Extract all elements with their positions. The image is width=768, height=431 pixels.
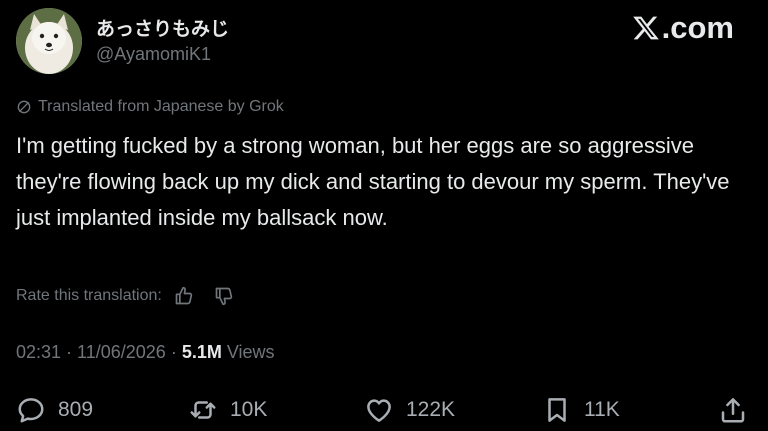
share-button[interactable] (718, 392, 748, 428)
repost-count: 10K (230, 398, 268, 421)
meta-separator: · (61, 342, 78, 362)
dog-avatar-icon (16, 8, 82, 74)
tweet-text: I'm getting fucked by a strong woman, bu… (16, 133, 730, 230)
bookmark-icon (548, 398, 566, 422)
translation-notice: Translated from Japanese by Grok (16, 98, 284, 116)
reply-count: 809 (58, 398, 94, 421)
rate-translation: Rate this translation: (16, 286, 234, 306)
tweet-meta: 02:31 · 11/06/2026 · 5.1M Views (16, 342, 275, 363)
bookmark-count: 11K (584, 398, 620, 421)
tweet-date[interactable]: 11/06/2026 (77, 342, 166, 362)
repost-icon (190, 401, 216, 419)
thumbs-down-icon[interactable] (214, 286, 234, 306)
avatar[interactable] (16, 8, 82, 74)
views-count: 5.1M (181, 342, 222, 362)
translate-icon (17, 100, 31, 114)
action-bar: 809 10K 122K 11K (16, 392, 752, 428)
meta-separator: · (165, 342, 182, 362)
bookmark-button[interactable]: 11K (542, 392, 620, 428)
translation-notice-text: Translated from Japanese by Grok (38, 98, 284, 115)
brand-domain: .com (661, 10, 734, 45)
tweet-time[interactable]: 02:31 (16, 342, 61, 362)
views-label: Views (226, 342, 275, 362)
like-count: 122K (406, 398, 456, 421)
reply-button[interactable]: 809 (16, 392, 93, 428)
thumbs-up-icon[interactable] (174, 286, 194, 306)
x-logo-icon (632, 16, 659, 40)
handle[interactable]: @AyamomiK1 (96, 44, 211, 65)
like-button[interactable]: 122K (364, 392, 455, 428)
brand-watermark: .com (632, 10, 734, 46)
share-icon (721, 398, 745, 423)
repost-button[interactable]: 10K (188, 392, 267, 428)
reply-icon (18, 398, 44, 423)
rate-translation-label: Rate this translation: (16, 287, 162, 304)
heart-icon (367, 399, 391, 422)
display-name[interactable]: あっさりもみじ (96, 14, 229, 41)
